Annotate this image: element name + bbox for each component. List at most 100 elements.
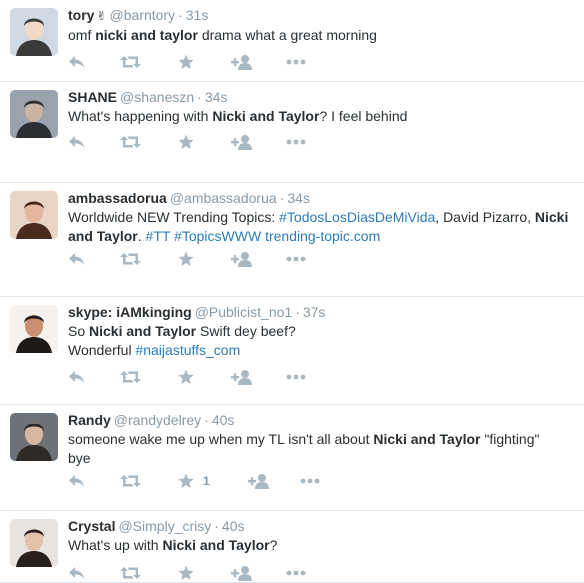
username[interactable]: @shaneszn [120, 89, 194, 105]
display-name[interactable]: Randy [68, 412, 111, 428]
retweet-button[interactable] [120, 471, 141, 491]
timestamp[interactable]: 40s [212, 412, 235, 428]
more-icon [286, 374, 306, 380]
tweet[interactable]: SHANE @shaneszn · 34s What's happening with … [0, 82, 584, 183]
follow-icon [231, 251, 253, 267]
text-segment: What's happening with [68, 108, 213, 124]
more-button[interactable] [286, 132, 306, 152]
reply-button[interactable] [68, 52, 85, 72]
follow-button[interactable] [231, 132, 253, 152]
tweet-text: What's happening with Nicki and Taylor? … [68, 107, 574, 126]
highlighted-keyword: Nicki and Taylor [212, 108, 320, 124]
favorite-icon [178, 369, 194, 385]
avatar[interactable] [10, 305, 58, 353]
favorite-button[interactable] [178, 132, 194, 152]
text-segment: Swift dey beef? [196, 323, 296, 339]
retweet-button[interactable] [120, 52, 141, 72]
retweet-icon [120, 55, 141, 69]
avatar[interactable] [10, 90, 58, 138]
tweet-header: SHANE @shaneszn · 34s [68, 89, 574, 106]
timestamp[interactable]: 37s [303, 304, 326, 320]
more-button[interactable] [286, 249, 306, 269]
favorite-button[interactable]: 1 [178, 471, 210, 491]
hashtag-link[interactable]: trending-topic.com [265, 228, 380, 244]
username[interactable]: @Simply_crisy [118, 518, 211, 534]
more-button[interactable] [300, 471, 320, 491]
tweet[interactable]: Randy @randydelrey · 40s someone wake me up … [0, 405, 584, 511]
hashtag-link[interactable]: #naijastuffs_com [135, 342, 240, 358]
retweet-button[interactable] [120, 563, 141, 583]
tweet-header: tory ✌︎ @barntory · 31s [68, 7, 574, 25]
username[interactable]: @ambassadorua [170, 190, 277, 206]
favorite-icon [178, 565, 194, 581]
follow-button[interactable] [231, 563, 253, 583]
text-segment: bye [68, 450, 91, 466]
reply-button[interactable] [68, 249, 85, 269]
follow-button[interactable] [231, 367, 253, 387]
text-segment: ? I feel behind [319, 108, 408, 124]
text-segment: Wonderful [68, 342, 136, 358]
hashtag-link[interactable]: #TodosLosDiasDeMiVida [279, 209, 435, 225]
tweet-text: What's up with Nicki and Taylor? [68, 536, 574, 555]
more-button[interactable] [286, 563, 306, 583]
avatar[interactable] [10, 413, 58, 461]
avatar[interactable] [10, 519, 58, 567]
timestamp[interactable]: 40s [222, 518, 245, 534]
highlighted-keyword: nicki and taylor [95, 27, 198, 43]
reply-icon [68, 474, 85, 488]
avatar[interactable] [10, 8, 58, 56]
more-icon [286, 256, 306, 262]
follow-icon [231, 565, 253, 581]
tweet-text: omf nicki and taylor drama what a great … [68, 26, 574, 45]
username[interactable]: @barntory [110, 7, 176, 23]
display-name[interactable]: tory [68, 7, 94, 23]
text-segment: What's up with [68, 537, 163, 553]
timestamp[interactable]: 31s [186, 7, 209, 23]
retweet-button[interactable] [120, 367, 141, 387]
text-segment: . [137, 228, 146, 244]
peace-emoji: ✌︎ [96, 9, 107, 23]
follow-button[interactable] [231, 249, 253, 269]
hashtag-link[interactable]: #TT [146, 228, 171, 244]
favorite-icon [178, 54, 194, 70]
favorite-icon [178, 134, 194, 150]
retweet-icon [120, 566, 141, 580]
timestamp[interactable]: 34s [205, 89, 228, 105]
more-button[interactable] [286, 367, 306, 387]
reply-button[interactable] [68, 367, 85, 387]
more-button[interactable] [286, 52, 306, 72]
retweet-button[interactable] [120, 132, 141, 152]
separator-dot: · [214, 518, 219, 534]
display-name[interactable]: Crystal [68, 518, 115, 534]
reply-button[interactable] [68, 563, 85, 583]
username[interactable]: @Publicist_no1 [195, 304, 293, 320]
hashtag-link[interactable]: #TopicsWWW [174, 228, 261, 244]
tweet[interactable]: ambassadorua @ambassadorua · 34s Worldwide N… [0, 183, 584, 297]
tweet-header: Crystal @Simply_crisy · 40s [68, 518, 574, 535]
text-segment: someone wake me up when my TL isn't all … [68, 431, 374, 447]
timestamp[interactable]: 34s [287, 190, 310, 206]
tweet[interactable]: tory ✌︎ @barntory · 31s omf nicki and taylor … [0, 0, 584, 82]
retweet-icon [120, 135, 141, 149]
display-name[interactable]: SHANE [68, 89, 117, 105]
favorite-button[interactable] [178, 52, 194, 72]
display-name[interactable]: skype: iAMkinging [68, 304, 192, 320]
favorite-button[interactable] [178, 563, 194, 583]
display-name[interactable]: ambassadorua [68, 190, 167, 206]
favorite-button[interactable] [178, 367, 194, 387]
reply-button[interactable] [68, 132, 85, 152]
tweet[interactable]: skype: iAMkinging @Publicist_no1 · 37s So Ni… [0, 297, 584, 405]
separator-dot: · [279, 190, 285, 206]
username[interactable]: @randydelrey [114, 412, 201, 428]
reply-button[interactable] [68, 471, 85, 491]
favorite-button[interactable] [178, 249, 194, 269]
text-segment: drama what a great morning [197, 27, 377, 43]
avatar[interactable] [10, 191, 58, 239]
retweet-button[interactable] [120, 249, 141, 269]
follow-button[interactable] [231, 52, 253, 72]
follow-button[interactable] [248, 471, 270, 491]
reply-icon [68, 370, 85, 384]
text-segment: "fighting" [480, 431, 540, 447]
text-segment: omf [68, 27, 96, 43]
tweet[interactable]: Crystal @Simply_crisy · 40s What's up with N… [0, 511, 584, 583]
